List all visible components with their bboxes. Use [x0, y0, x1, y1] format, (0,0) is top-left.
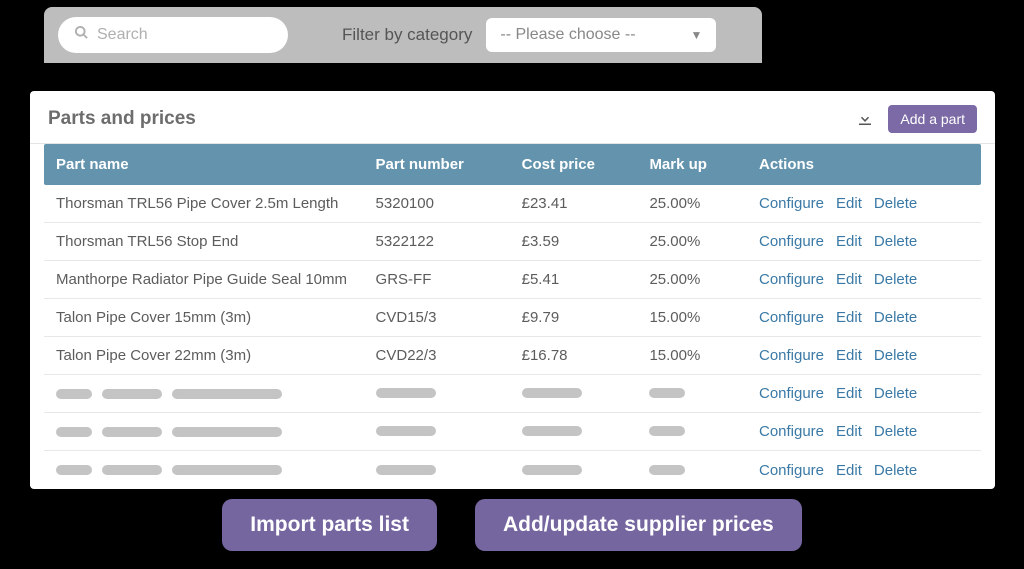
table-row: Manthorpe Radiator Pipe Guide Seal 10mm …: [44, 261, 981, 299]
cell-markup: 25.00%: [649, 195, 759, 212]
card-header: Parts and prices Add a part: [30, 91, 995, 144]
cell-actions: Configure Edit Delete: [759, 423, 969, 440]
cell-actions: Configure Edit Delete: [759, 195, 969, 212]
cell-part-name: Talon Pipe Cover 22mm (3m): [56, 347, 376, 364]
configure-link[interactable]: Configure: [759, 423, 824, 440]
add-part-button[interactable]: Add a part: [888, 105, 977, 133]
delete-link[interactable]: Delete: [874, 423, 917, 440]
search-box[interactable]: [58, 17, 288, 53]
table-row: Talon Pipe Cover 15mm (3m) CVD15/3 £9.79…: [44, 299, 981, 337]
delete-link[interactable]: Delete: [874, 462, 917, 479]
header-actions: Add a part: [856, 105, 977, 133]
cell-part-number: GRS-FF: [376, 271, 522, 288]
cell-actions: Configure Edit Delete: [759, 271, 969, 288]
cell-cost-price: £3.59: [522, 233, 650, 250]
cell-part-name: Manthorpe Radiator Pipe Guide Seal 10mm: [56, 271, 376, 288]
cell-actions: Configure Edit Delete: [759, 309, 969, 326]
table-row: Thorsman TRL56 Stop End 5322122 £3.59 25…: [44, 223, 981, 261]
parts-card: Parts and prices Add a part Part name Pa…: [30, 91, 995, 489]
configure-link[interactable]: Configure: [759, 309, 824, 326]
delete-link[interactable]: Delete: [874, 385, 917, 402]
cell-part-name: Thorsman TRL56 Pipe Cover 2.5m Length: [56, 195, 376, 212]
download-icon[interactable]: [856, 110, 874, 128]
cell-part-number: CVD22/3: [376, 347, 522, 364]
header-part-number: Part number: [376, 156, 522, 173]
edit-link[interactable]: Edit: [836, 309, 862, 326]
table-header: Part name Part number Cost price Mark up…: [44, 144, 981, 185]
page-title: Parts and prices: [48, 108, 196, 130]
configure-link[interactable]: Configure: [759, 347, 824, 364]
edit-link[interactable]: Edit: [836, 462, 862, 479]
parts-table: Part name Part number Cost price Mark up…: [30, 144, 995, 489]
cell-markup: 25.00%: [649, 271, 759, 288]
delete-link[interactable]: Delete: [874, 271, 917, 288]
cell-markup: 15.00%: [649, 309, 759, 326]
delete-link[interactable]: Delete: [874, 309, 917, 326]
search-input[interactable]: [97, 26, 272, 44]
cell-markup: 25.00%: [649, 233, 759, 250]
edit-link[interactable]: Edit: [836, 271, 862, 288]
cell-cost-price: £23.41: [522, 195, 650, 212]
cell-cost-price: £9.79: [522, 309, 650, 326]
configure-link[interactable]: Configure: [759, 233, 824, 250]
cell-cost-price: £16.78: [522, 347, 650, 364]
filter-bar: Filter by category -- Please choose -- ▼: [44, 7, 762, 63]
table-row: Talon Pipe Cover 22mm (3m) CVD22/3 £16.7…: [44, 337, 981, 375]
chevron-down-icon: ▼: [691, 28, 703, 42]
cta-group: Import parts list Add/update supplier pr…: [0, 499, 1024, 551]
header-actions: Actions: [759, 156, 969, 173]
cell-actions: Configure Edit Delete: [759, 385, 969, 402]
table-row: Thorsman TRL56 Pipe Cover 2.5m Length 53…: [44, 185, 981, 223]
search-icon: [74, 25, 89, 45]
edit-link[interactable]: Edit: [836, 347, 862, 364]
table-row-placeholder: Configure Edit Delete: [44, 375, 981, 413]
edit-link[interactable]: Edit: [836, 385, 862, 402]
cell-part-number: 5320100: [376, 195, 522, 212]
delete-link[interactable]: Delete: [874, 233, 917, 250]
cell-cost-price: £5.41: [522, 271, 650, 288]
table-row-placeholder: Configure Edit Delete: [44, 413, 981, 451]
cell-part-number: 5322122: [376, 233, 522, 250]
cell-actions: Configure Edit Delete: [759, 233, 969, 250]
import-parts-button[interactable]: Import parts list: [222, 499, 437, 551]
configure-link[interactable]: Configure: [759, 195, 824, 212]
category-select[interactable]: -- Please choose -- ▼: [486, 18, 716, 52]
cell-markup: 15.00%: [649, 347, 759, 364]
table-row-placeholder: Configure Edit Delete: [44, 451, 981, 489]
cell-actions: Configure Edit Delete: [759, 347, 969, 364]
configure-link[interactable]: Configure: [759, 271, 824, 288]
category-select-value: -- Please choose --: [500, 26, 635, 44]
update-supplier-prices-button[interactable]: Add/update supplier prices: [475, 499, 802, 551]
header-cost-price: Cost price: [522, 156, 650, 173]
delete-link[interactable]: Delete: [874, 195, 917, 212]
delete-link[interactable]: Delete: [874, 347, 917, 364]
configure-link[interactable]: Configure: [759, 462, 824, 479]
cell-part-number: CVD15/3: [376, 309, 522, 326]
edit-link[interactable]: Edit: [836, 233, 862, 250]
edit-link[interactable]: Edit: [836, 423, 862, 440]
header-part-name: Part name: [56, 156, 376, 173]
edit-link[interactable]: Edit: [836, 195, 862, 212]
configure-link[interactable]: Configure: [759, 385, 824, 402]
cell-part-name: Thorsman TRL56 Stop End: [56, 233, 376, 250]
cell-part-name: Talon Pipe Cover 15mm (3m): [56, 309, 376, 326]
filter-category-label: Filter by category: [342, 25, 472, 45]
cell-actions: Configure Edit Delete: [759, 462, 969, 479]
header-markup: Mark up: [649, 156, 759, 173]
